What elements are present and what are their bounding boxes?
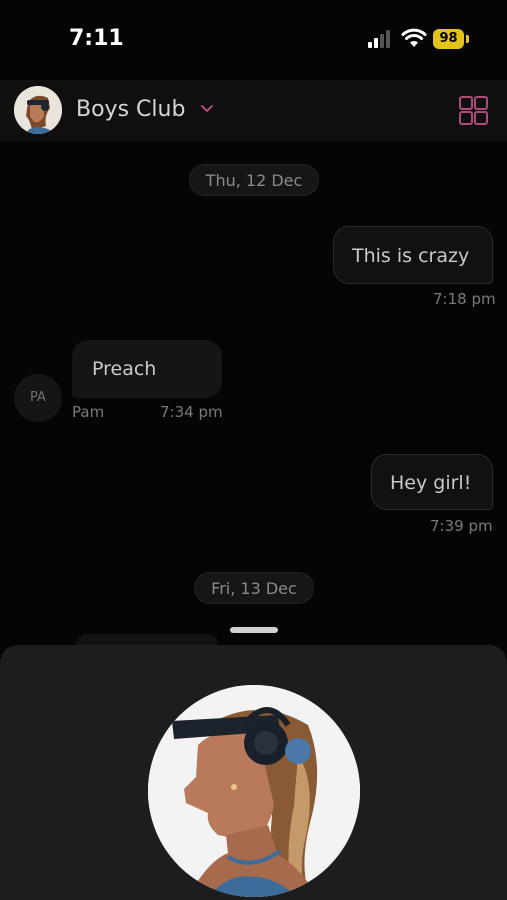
- message-time: 7:18 pm: [433, 290, 496, 308]
- sender-name: Pam: [72, 403, 105, 421]
- sender-avatar[interactable]: PA: [14, 374, 62, 422]
- wifi-icon: [401, 28, 427, 47]
- woman-with-headphones-illustration: [148, 685, 360, 897]
- date-separator: Thu, 12 Dec: [189, 164, 319, 196]
- battery-tip: [466, 35, 469, 43]
- status-time: 7:11: [69, 26, 124, 51]
- sheet-drag-handle[interactable]: [230, 627, 278, 633]
- profile-bottom-sheet: [0, 645, 507, 900]
- incoming-message-bubble[interactable]: Preach: [72, 340, 222, 398]
- group-avatar[interactable]: [14, 86, 62, 134]
- status-bar: 7:11 98: [0, 0, 507, 80]
- chevron-down-icon[interactable]: [200, 104, 214, 114]
- date-separator: Fri, 13 Dec: [194, 572, 314, 604]
- cellular-signal-icon: [368, 30, 394, 48]
- profile-picture[interactable]: [148, 685, 360, 897]
- battery-indicator: 98: [433, 29, 464, 49]
- message-time: 7:34 pm: [160, 403, 223, 421]
- message-time: 7:39 pm: [430, 517, 493, 535]
- chat-messages: Thu, 12 Dec This is crazy 7:18 pm Preach…: [0, 142, 507, 648]
- outgoing-message-bubble[interactable]: This is crazy: [333, 226, 493, 284]
- outgoing-message-bubble[interactable]: Hey girl!: [371, 454, 493, 510]
- chat-header: Boys Club: [0, 80, 507, 142]
- woman-with-headphones-avatar: [14, 86, 62, 134]
- group-title[interactable]: Boys Club: [76, 97, 185, 122]
- grid-icon[interactable]: [459, 96, 488, 125]
